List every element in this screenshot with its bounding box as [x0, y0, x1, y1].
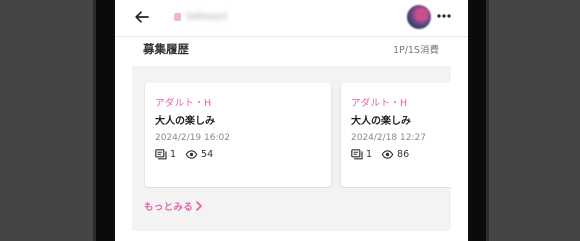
section-meta: 1P/1S消費: [392, 45, 439, 56]
username[interactable]: Safeayo1: [186, 10, 246, 24]
chevron-right-icon: [196, 201, 202, 211]
stage: Safeayo1 募集履歴 1P/1S消費 アダルト・H 大人の楽しみ 2024…: [0, 0, 580, 241]
card-title: 大人の楽しみ: [155, 116, 215, 127]
card-category: アダルト・H: [155, 98, 212, 109]
see-more-label: もっとみる: [144, 202, 194, 213]
more-horizontal-icon[interactable]: [436, 11, 452, 21]
see-more-link[interactable]: もっとみる: [144, 199, 203, 213]
app-screen: Safeayo1 募集履歴 1P/1S消費 アダルト・H 大人の楽しみ 2024…: [115, 0, 468, 241]
avatar[interactable]: [407, 5, 431, 29]
card-category: アダルト・H: [351, 98, 408, 109]
arrow-left-icon[interactable]: [133, 8, 151, 26]
eye-icon: [185, 149, 198, 159]
post-card[interactable]: アダルト・H 大人の楽しみ 2024/2/18 12:27 1 86: [341, 83, 451, 187]
views-count: 86: [397, 148, 410, 160]
card-title: 大人の楽しみ: [351, 116, 411, 127]
section-header: 募集履歴 1P/1S消費: [115, 37, 468, 63]
eye-icon: [381, 149, 394, 159]
views-count: 54: [201, 148, 214, 160]
messages-icon: [155, 148, 167, 159]
top-bar: Safeayo1: [115, 0, 468, 37]
messages-icon: [351, 148, 363, 159]
user-status-icon: [174, 13, 181, 21]
history-panel: アダルト・H 大人の楽しみ 2024/2/19 16:02 1 54 アダルト・…: [132, 66, 451, 231]
card-date: 2024/2/18 12:27: [351, 133, 426, 143]
card-date: 2024/2/19 16:02: [155, 133, 230, 143]
phone-frame-right: [486, 0, 489, 241]
card-stats: 1 86: [351, 147, 409, 161]
replies-count: 1: [170, 148, 177, 160]
section-title: 募集履歴: [143, 42, 189, 56]
card-stats: 1 54: [155, 147, 213, 161]
replies-count: 1: [366, 148, 373, 160]
cards-carousel[interactable]: アダルト・H 大人の楽しみ 2024/2/19 16:02 1 54 アダルト・…: [144, 83, 451, 188]
post-card[interactable]: アダルト・H 大人の楽しみ 2024/2/19 16:02 1 54: [145, 83, 331, 187]
